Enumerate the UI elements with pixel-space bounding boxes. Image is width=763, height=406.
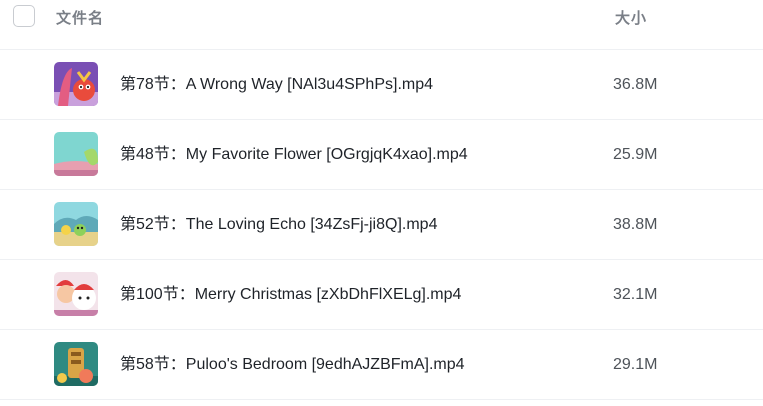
select-all-checkbox[interactable]	[13, 5, 35, 27]
list-header: 文件名 大小	[0, 0, 763, 50]
column-header-name[interactable]: 文件名	[56, 7, 104, 28]
file-name[interactable]: 第48节：My Favorite Flower [OGrgjqK4xao].mp…	[120, 145, 468, 165]
file-row[interactable]: 第52节：The Loving Echo [34ZsFj-ji8Q].mp4 3…	[0, 190, 763, 260]
file-row[interactable]: 第48节：My Favorite Flower [OGrgjqK4xao].mp…	[0, 120, 763, 190]
video-thumbnail[interactable]	[54, 342, 98, 386]
file-name[interactable]: 第58节：Puloo's Bedroom [9edhAJZBFmA].mp4	[120, 355, 465, 375]
video-thumbnail[interactable]	[54, 132, 98, 176]
file-size: 36.8M	[613, 76, 658, 93]
file-name[interactable]: 第78节：A Wrong Way [NAl3u4SPhPs].mp4	[120, 75, 433, 95]
file-size: 38.8M	[613, 216, 658, 233]
file-list: 文件名 大小 第78节：A Wrong Way [NAl3u4SPhPs].mp…	[0, 0, 763, 406]
video-thumbnail[interactable]	[54, 62, 98, 106]
file-name[interactable]: 第100节：Merry Christmas [zXbDhFlXELg].mp4	[120, 285, 461, 305]
video-thumbnail[interactable]	[54, 202, 98, 246]
file-row[interactable]: 第78节：A Wrong Way [NAl3u4SPhPs].mp4 36.8M	[0, 50, 763, 120]
file-size: 32.1M	[613, 286, 658, 303]
file-name[interactable]: 第52节：The Loving Echo [34ZsFj-ji8Q].mp4	[120, 215, 437, 235]
file-row[interactable]: 第100节：Merry Christmas [zXbDhFlXELg].mp4 …	[0, 260, 763, 330]
file-row[interactable]: 第58节：Puloo's Bedroom [9edhAJZBFmA].mp4 2…	[0, 330, 763, 400]
file-size: 29.1M	[613, 356, 658, 373]
video-thumbnail[interactable]	[54, 272, 98, 316]
column-header-size[interactable]: 大小	[615, 7, 647, 28]
file-size: 25.9M	[613, 146, 658, 163]
